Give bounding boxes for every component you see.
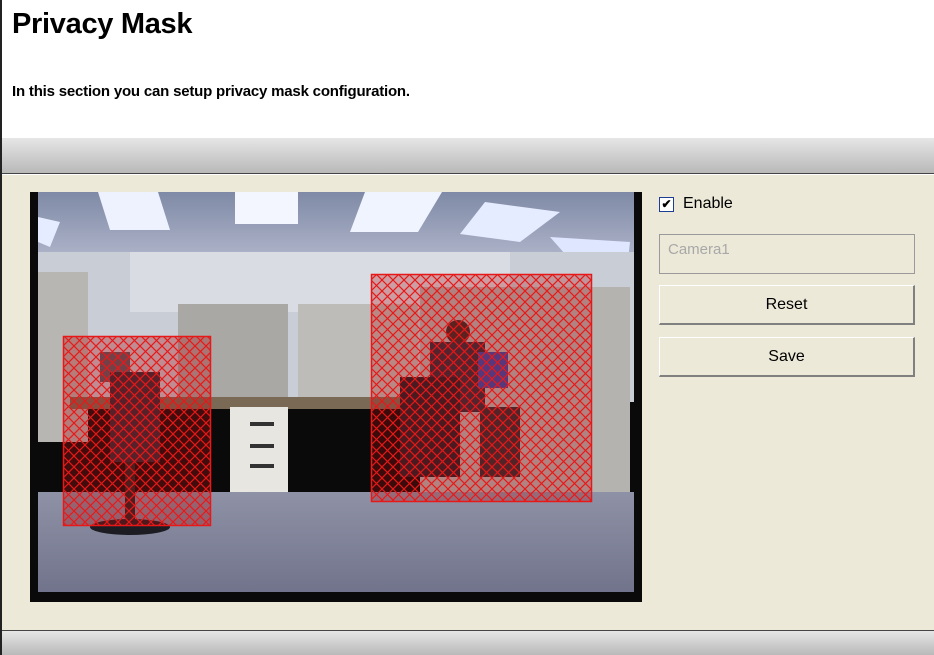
page-description: In this section you can setup privacy ma…	[12, 83, 410, 100]
enable-checkbox[interactable]: ✔	[659, 196, 674, 212]
enable-label: Enable	[683, 195, 733, 212]
mask-overlay[interactable]	[30, 192, 642, 602]
section-header-bar	[2, 138, 934, 174]
checkmark-icon: ✔	[661, 197, 672, 211]
section-footer-bar	[2, 630, 934, 655]
mask-region-left[interactable]	[62, 335, 212, 527]
save-button[interactable]: Save	[659, 337, 915, 377]
camera-name-field[interactable]: Camera1	[659, 234, 915, 274]
mask-region-right[interactable]	[370, 273, 593, 503]
reset-button[interactable]: Reset	[659, 285, 915, 325]
privacy-mask-page: Privacy Mask In this section you can set…	[0, 0, 934, 655]
camera-preview[interactable]	[30, 192, 642, 602]
enable-row[interactable]: ✔ Enable	[659, 194, 733, 214]
page-title: Privacy Mask	[12, 8, 193, 40]
